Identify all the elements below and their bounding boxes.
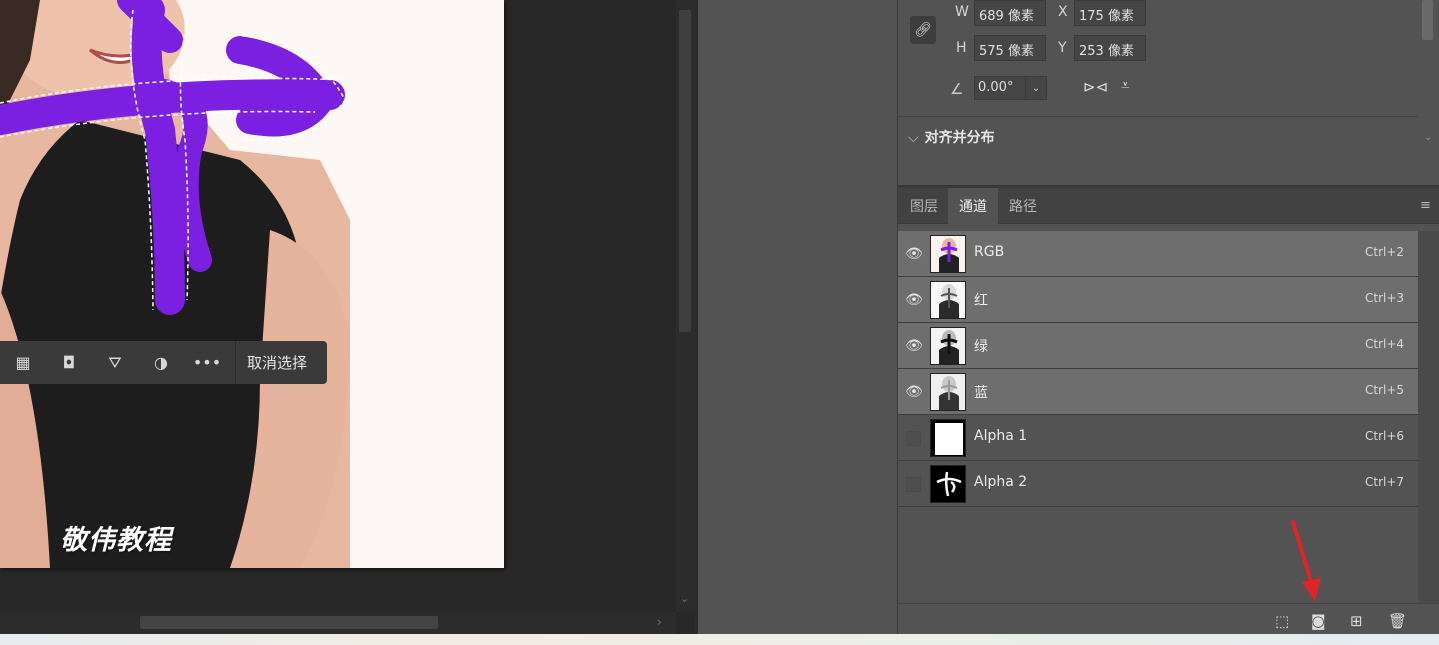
x-label: X [1058, 4, 1068, 20]
channel-name: Alpha 2 [974, 474, 1028, 490]
taskbar-strip [0, 634, 1439, 645]
link-icon[interactable]: 🔗︎ [910, 16, 936, 44]
load-selection-icon[interactable]: ⬚ [1275, 612, 1289, 630]
channel-shortcut: Ctrl+5 [1365, 383, 1405, 397]
visibility-toggle[interactable] [906, 431, 921, 446]
scroll-down-icon[interactable]: ⌄ [1424, 132, 1432, 143]
photoshop-window: 敬伟教程 ▦ ◘ ⛛ ◑ ••• 取消选择 ⌄ › 🔗︎ W 689 像素 X … [0, 0, 1439, 645]
channel-row-red[interactable]: 👁︎ 红 Ctrl+3 [898, 277, 1418, 323]
new-channel-icon[interactable]: ⊞ [1350, 612, 1363, 630]
panel-dock-gap [695, 0, 897, 634]
channel-thumbnail [930, 419, 966, 457]
canvas-vertical-scrollbar[interactable]: ⌄ [676, 0, 695, 612]
panel-menu-icon[interactable]: ≡ [1420, 198, 1431, 213]
tab-layers[interactable]: 图层 [902, 188, 946, 224]
photo-illustration [0, 0, 350, 568]
w-label: W [955, 4, 969, 20]
channel-thumbnail [930, 235, 966, 273]
angle-field[interactable]: 0.00° [974, 76, 1026, 100]
delete-channel-icon[interactable]: 🗑︎ [1388, 612, 1407, 630]
channels-footer: ⬚ ◙ ⊞ 🗑︎ [898, 603, 1439, 637]
panel-tabs: 图层 通道 路径 ≡ [898, 188, 1439, 224]
tab-channels[interactable]: 通道 [948, 188, 998, 224]
channel-row-alpha-1[interactable]: Alpha 1 Ctrl+6 [898, 415, 1418, 461]
watermark-text: 敬伟教程 [60, 525, 172, 556]
visibility-toggle[interactable] [906, 477, 921, 492]
scroll-thumb[interactable] [1422, 0, 1433, 40]
channels-panel: 图层 通道 路径 ≡ 👁︎ RGB Ctrl+2 👁︎ 红 Ctrl+3 👁︎ … [897, 185, 1439, 634]
height-field[interactable]: 575 像素 [974, 35, 1046, 61]
channel-thumbnail [930, 465, 966, 503]
document-image[interactable]: 敬伟教程 [0, 0, 504, 568]
properties-scrollbar[interactable]: ⌄ [1420, 0, 1439, 152]
deselect-button[interactable]: 取消选择 [235, 341, 327, 384]
channel-name: 红 [974, 293, 988, 309]
channel-name: 绿 [974, 339, 988, 355]
channel-thumbnail [930, 373, 966, 411]
annotation-arrow [1291, 520, 1321, 602]
channel-row-alpha-2[interactable]: Alpha 2 Ctrl+7 [898, 461, 1418, 507]
channel-thumbnail [930, 327, 966, 365]
channels-scrollbar[interactable] [1418, 231, 1439, 603]
section-title: 对齐并分布 [924, 130, 995, 146]
contextual-task-bar: ▦ ◘ ⛛ ◑ ••• [0, 341, 236, 384]
chevron-down-icon[interactable]: ⌄ [1025, 76, 1047, 100]
y-field[interactable]: 253 像素 [1074, 35, 1146, 61]
scroll-thumb[interactable] [679, 10, 691, 332]
scroll-down-icon[interactable]: ⌄ [680, 592, 689, 605]
canvas-horizontal-scrollbar[interactable]: › [0, 612, 676, 634]
h-label: H [956, 40, 967, 56]
eye-icon[interactable]: 👁︎ [905, 384, 923, 400]
width-field[interactable]: 689 像素 [974, 0, 1046, 26]
align-distribute-section[interactable]: ⌵ 对齐并分布 [908, 127, 995, 147]
channel-name: Alpha 1 [974, 428, 1028, 444]
channel-shortcut: Ctrl+4 [1365, 337, 1405, 351]
eye-icon[interactable]: 👁︎ [905, 338, 923, 354]
channel-name: 蓝 [974, 385, 988, 401]
channel-row-rgb[interactable]: 👁︎ RGB Ctrl+2 [898, 231, 1418, 277]
eye-icon[interactable]: 👁︎ [905, 246, 923, 262]
channel-row-blue[interactable]: 👁︎ 蓝 Ctrl+5 [898, 369, 1418, 415]
scroll-thumb[interactable] [140, 616, 438, 629]
save-selection-icon[interactable]: ◙ [1311, 612, 1326, 630]
channel-row-green[interactable]: 👁︎ 绿 Ctrl+4 [898, 323, 1418, 369]
channel-shortcut: Ctrl+6 [1365, 429, 1405, 443]
flip-horizontal-icon[interactable]: ⊳⊲ [1083, 78, 1108, 96]
channel-shortcut: Ctrl+2 [1365, 245, 1405, 259]
x-field[interactable]: 175 像素 [1074, 0, 1146, 26]
channel-thumbnail [930, 281, 966, 319]
eye-icon[interactable]: 👁︎ [905, 292, 923, 308]
channel-list: 👁︎ RGB Ctrl+2 👁︎ 红 Ctrl+3 👁︎ 绿 Ctrl+4 👁︎… [898, 231, 1418, 507]
divider [898, 116, 1418, 117]
scroll-right-icon[interactable]: › [657, 615, 662, 629]
tab-paths[interactable]: 路径 [1000, 188, 1046, 224]
y-label: Y [1058, 40, 1067, 56]
channel-name: RGB [974, 244, 1005, 260]
adjustment-icon[interactable]: ◑ [138, 341, 184, 384]
flip-vertical-icon[interactable]: ⩡ [1121, 76, 1129, 94]
properties-panel: 🔗︎ W 689 像素 X 175 像素 H 575 像素 Y 253 像素 ∠… [897, 0, 1439, 185]
mask-icon[interactable]: ◘ [46, 341, 92, 384]
angle-icon: ∠ [950, 80, 964, 98]
checkerboard-icon[interactable]: ▦ [0, 341, 46, 384]
document-canvas-area[interactable]: 敬伟教程 ▦ ◘ ⛛ ◑ ••• 取消选择 [0, 0, 676, 612]
channel-shortcut: Ctrl+3 [1365, 291, 1405, 305]
chevron-down-icon: ⌵ [908, 130, 919, 146]
channel-shortcut: Ctrl+7 [1365, 475, 1405, 489]
fill-bucket-icon[interactable]: ⛛ [92, 341, 138, 384]
more-icon[interactable]: ••• [184, 341, 230, 384]
